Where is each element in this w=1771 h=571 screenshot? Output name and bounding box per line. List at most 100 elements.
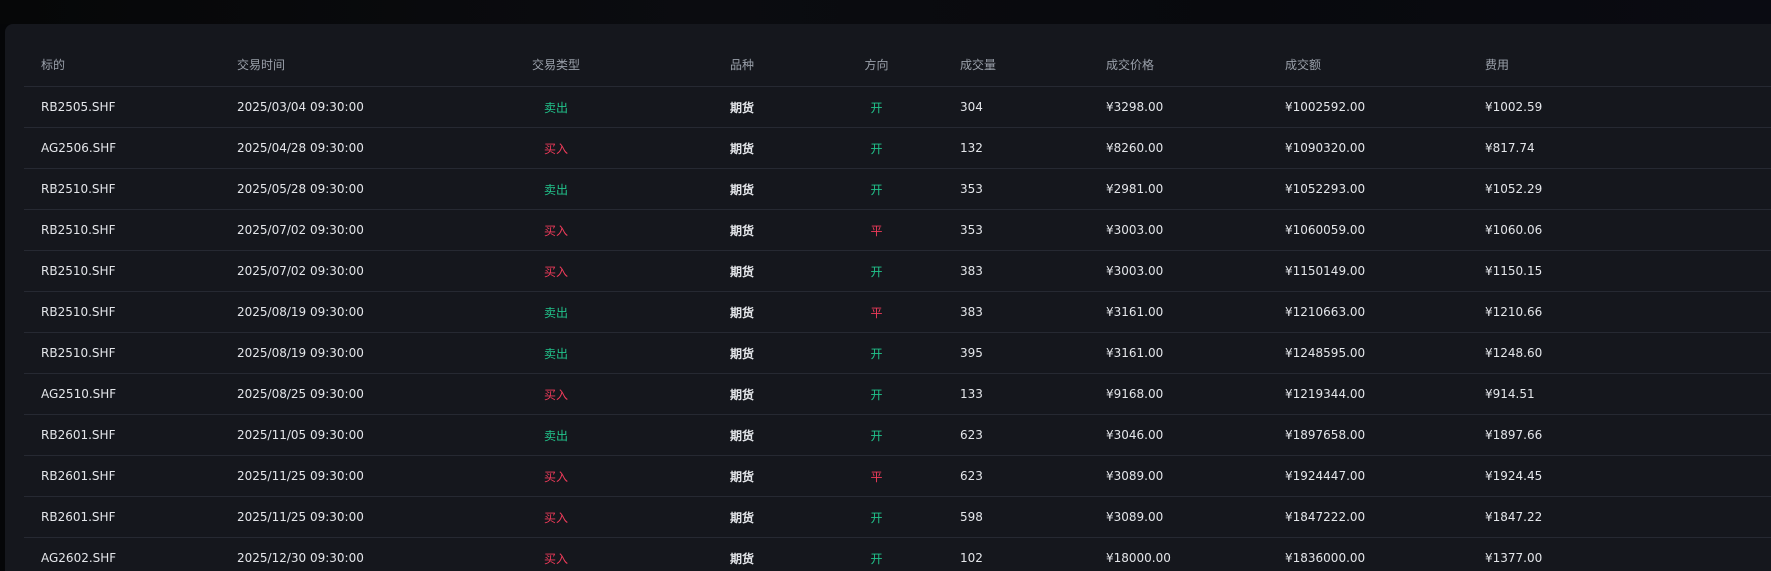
cell-symbol: RB2601.SHF <box>24 496 220 538</box>
cell-variety: 期货 <box>674 537 810 571</box>
cell-symbol: RB2510.SHF <box>24 250 220 292</box>
cell-time: 2025/11/25 09:30:00 <box>220 496 438 538</box>
cell-amount: ¥1924447.00 <box>1268 455 1468 497</box>
cell-time: 2025/11/25 09:30:00 <box>220 455 438 497</box>
cell-volume: 383 <box>943 250 1089 292</box>
cell-direction: 开 <box>810 127 943 169</box>
cell-variety: 期货 <box>674 127 810 169</box>
cell-volume: 102 <box>943 537 1089 571</box>
cell-volume: 383 <box>943 291 1089 333</box>
header-time[interactable]: 交易时间 <box>220 42 438 87</box>
table-body: RB2505.SHF 2025/03/04 09:30:00 卖出 期货开 304 ¥32… <box>24 86 1771 571</box>
cell-symbol: RB2510.SHF <box>24 332 220 374</box>
cell-trade-type: 买入 <box>438 496 674 538</box>
cell-symbol: RB2510.SHF <box>24 168 220 210</box>
cell-fee: ¥1924.45 <box>1468 455 1771 497</box>
cell-fee: ¥1060.06 <box>1468 209 1771 251</box>
cell-amount: ¥1219344.00 <box>1268 373 1468 415</box>
cell-volume: 353 <box>943 209 1089 251</box>
cell-price: ¥18000.00 <box>1089 537 1268 571</box>
cell-symbol: AG2510.SHF <box>24 373 220 415</box>
cell-trade-type: 卖出 <box>438 86 674 128</box>
table-row[interactable]: AG2506.SHF 2025/04/28 09:30:00 买入 期货开 132 ¥82… <box>24 127 1771 169</box>
cell-volume: 353 <box>943 168 1089 210</box>
cell-symbol: RB2601.SHF <box>24 414 220 456</box>
cell-volume: 395 <box>943 332 1089 374</box>
trade-records-panel: 标的 交易时间 交易类型 品种 方向 成交量 成交价格 成交额 费用 RB250… <box>5 24 1771 571</box>
header-variety[interactable]: 品种 <box>674 42 810 87</box>
cell-trade-type: 卖出 <box>438 291 674 333</box>
cell-fee: ¥1002.59 <box>1468 86 1771 128</box>
cell-price: ¥3161.00 <box>1089 332 1268 374</box>
table-row[interactable]: AG2602.SHF 2025/12/30 09:30:00 买入 期货开 102 ¥18… <box>24 537 1771 571</box>
cell-volume: 304 <box>943 86 1089 128</box>
cell-price: ¥3046.00 <box>1089 414 1268 456</box>
cell-price: ¥3003.00 <box>1089 209 1268 251</box>
cell-amount: ¥1248595.00 <box>1268 332 1468 374</box>
table-row[interactable]: AG2510.SHF 2025/08/25 09:30:00 买入 期货开 133 ¥91… <box>24 373 1771 415</box>
cell-fee: ¥817.74 <box>1468 127 1771 169</box>
cell-trade-type: 买入 <box>438 209 674 251</box>
cell-direction: 平 <box>810 291 943 333</box>
cell-time: 2025/04/28 09:30:00 <box>220 127 438 169</box>
header-price[interactable]: 成交价格 <box>1089 42 1268 87</box>
cell-symbol: AG2602.SHF <box>24 537 220 571</box>
cell-symbol: RB2505.SHF <box>24 86 220 128</box>
cell-price: ¥9168.00 <box>1089 373 1268 415</box>
cell-direction: 开 <box>810 86 943 128</box>
header-symbol[interactable]: 标的 <box>24 42 220 87</box>
cell-price: ¥3003.00 <box>1089 250 1268 292</box>
header-row: 标的 交易时间 交易类型 品种 方向 成交量 成交价格 成交额 费用 <box>24 42 1771 87</box>
cell-symbol: RB2510.SHF <box>24 291 220 333</box>
cell-variety: 期货 <box>674 373 810 415</box>
cell-symbol: AG2506.SHF <box>24 127 220 169</box>
table-row[interactable]: RB2510.SHF 2025/05/28 09:30:00 卖出 期货开 353 ¥29… <box>24 168 1771 210</box>
cell-price: ¥2981.00 <box>1089 168 1268 210</box>
cell-volume: 623 <box>943 455 1089 497</box>
cell-time: 2025/12/30 09:30:00 <box>220 537 438 571</box>
cell-trade-type: 买入 <box>438 250 674 292</box>
header-volume[interactable]: 成交量 <box>943 42 1089 87</box>
cell-fee: ¥1847.22 <box>1468 496 1771 538</box>
cell-symbol: RB2601.SHF <box>24 455 220 497</box>
cell-trade-type: 买入 <box>438 127 674 169</box>
cell-time: 2025/05/28 09:30:00 <box>220 168 438 210</box>
cell-variety: 期货 <box>674 332 810 374</box>
table-row[interactable]: RB2601.SHF 2025/11/05 09:30:00 卖出 期货开 623 ¥30… <box>24 414 1771 456</box>
cell-amount: ¥1052293.00 <box>1268 168 1468 210</box>
cell-volume: 133 <box>943 373 1089 415</box>
cell-time: 2025/08/19 09:30:00 <box>220 332 438 374</box>
cell-time: 2025/08/19 09:30:00 <box>220 291 438 333</box>
cell-time: 2025/07/02 09:30:00 <box>220 250 438 292</box>
cell-direction: 开 <box>810 414 943 456</box>
cell-variety: 期货 <box>674 455 810 497</box>
cell-variety: 期货 <box>674 291 810 333</box>
cell-fee: ¥1052.29 <box>1468 168 1771 210</box>
table-row[interactable]: RB2505.SHF 2025/03/04 09:30:00 卖出 期货开 304 ¥32… <box>24 86 1771 128</box>
table-row[interactable]: RB2510.SHF 2025/08/19 09:30:00 卖出 期货开 395 ¥31… <box>24 332 1771 374</box>
cell-time: 2025/08/25 09:30:00 <box>220 373 438 415</box>
trade-records-table: 标的 交易时间 交易类型 品种 方向 成交量 成交价格 成交额 费用 RB250… <box>24 42 1771 571</box>
header-fee[interactable]: 费用 <box>1468 42 1771 87</box>
cell-price: ¥3298.00 <box>1089 86 1268 128</box>
cell-trade-type: 买入 <box>438 373 674 415</box>
cell-trade-type: 卖出 <box>438 168 674 210</box>
cell-price: ¥3089.00 <box>1089 496 1268 538</box>
cell-amount: ¥1090320.00 <box>1268 127 1468 169</box>
cell-volume: 598 <box>943 496 1089 538</box>
table-row[interactable]: RB2510.SHF 2025/08/19 09:30:00 卖出 期货平 383 ¥31… <box>24 291 1771 333</box>
cell-time: 2025/11/05 09:30:00 <box>220 414 438 456</box>
header-amount[interactable]: 成交额 <box>1268 42 1468 87</box>
table-row[interactable]: RB2601.SHF 2025/11/25 09:30:00 买入 期货平 623 ¥30… <box>24 455 1771 497</box>
table-row[interactable]: RB2510.SHF 2025/07/02 09:30:00 买入 期货平 353 ¥30… <box>24 209 1771 251</box>
cell-volume: 623 <box>943 414 1089 456</box>
table-row[interactable]: RB2601.SHF 2025/11/25 09:30:00 买入 期货开 598 ¥30… <box>24 496 1771 538</box>
table-row[interactable]: RB2510.SHF 2025/07/02 09:30:00 买入 期货开 383 ¥30… <box>24 250 1771 292</box>
header-direction[interactable]: 方向 <box>810 42 943 87</box>
cell-time: 2025/07/02 09:30:00 <box>220 209 438 251</box>
cell-fee: ¥1248.60 <box>1468 332 1771 374</box>
cell-volume: 132 <box>943 127 1089 169</box>
cell-direction: 开 <box>810 373 943 415</box>
header-type[interactable]: 交易类型 <box>438 42 674 87</box>
cell-variety: 期货 <box>674 414 810 456</box>
